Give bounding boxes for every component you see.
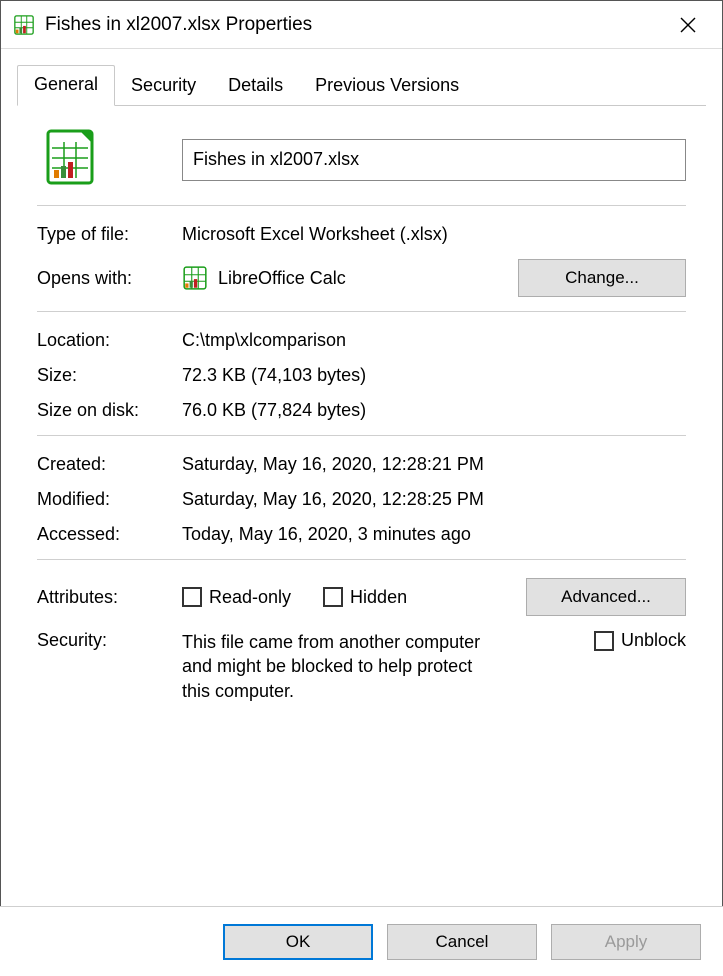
tab-details[interactable]: Details [212, 67, 299, 106]
tab-strip: General Security Details Previous Versio… [17, 65, 706, 106]
tab-general[interactable]: General [17, 65, 115, 106]
close-button[interactable] [666, 3, 710, 47]
separator [37, 205, 686, 206]
separator [37, 435, 686, 436]
tab-security[interactable]: Security [115, 67, 212, 106]
size-on-disk-label: Size on disk: [37, 400, 182, 421]
unblock-label: Unblock [621, 630, 686, 651]
checkbox-icon [182, 587, 202, 607]
created-value: Saturday, May 16, 2020, 12:28:21 PM [182, 454, 686, 475]
checkbox-icon [323, 587, 343, 607]
location-label: Location: [37, 330, 182, 351]
tab-panel-general: Type of file: Microsoft Excel Worksheet … [17, 106, 706, 727]
filename-row [37, 128, 686, 191]
type-label: Type of file: [37, 224, 182, 245]
dialog-footer: OK Cancel Apply [0, 906, 723, 976]
hidden-checkbox[interactable]: Hidden [323, 587, 407, 608]
created-label: Created: [37, 454, 182, 475]
close-icon [680, 17, 696, 33]
separator [37, 311, 686, 312]
attributes-label: Attributes: [37, 587, 182, 608]
size-on-disk-value: 76.0 KB (77,824 bytes) [182, 400, 686, 421]
titlebar: Fishes in xl2007.xlsx Properties [1, 1, 722, 49]
accessed-label: Accessed: [37, 524, 182, 545]
accessed-value: Today, May 16, 2020, 3 minutes ago [182, 524, 686, 545]
file-icon-cell [37, 128, 182, 191]
size-label: Size: [37, 365, 182, 386]
libreoffice-calc-icon [182, 265, 208, 291]
opens-with-value: LibreOffice Calc [218, 268, 346, 289]
unblock-checkbox[interactable]: Unblock [594, 630, 686, 651]
location-value: C:\tmp\xlcomparison [182, 330, 686, 351]
cancel-button[interactable]: Cancel [387, 924, 537, 960]
modified-value: Saturday, May 16, 2020, 12:28:25 PM [182, 489, 686, 510]
modified-label: Modified: [37, 489, 182, 510]
tab-previous-versions[interactable]: Previous Versions [299, 67, 475, 106]
filename-input[interactable] [182, 139, 686, 181]
security-label: Security: [37, 630, 182, 651]
type-value: Microsoft Excel Worksheet (.xlsx) [182, 224, 686, 245]
checkbox-icon [594, 631, 614, 651]
readonly-label: Read-only [209, 587, 291, 608]
separator [37, 559, 686, 560]
ok-button[interactable]: OK [223, 924, 373, 960]
size-value: 72.3 KB (74,103 bytes) [182, 365, 686, 386]
opens-with-label: Opens with: [37, 268, 182, 289]
libreoffice-calc-icon [13, 14, 35, 36]
change-button[interactable]: Change... [518, 259, 686, 297]
advanced-button[interactable]: Advanced... [526, 578, 686, 616]
readonly-checkbox[interactable]: Read-only [182, 587, 291, 608]
apply-button[interactable]: Apply [551, 924, 701, 960]
window-title: Fishes in xl2007.xlsx Properties [45, 14, 666, 36]
security-text: This file came from another computer and… [182, 630, 502, 703]
libreoffice-calc-document-icon [45, 170, 95, 190]
hidden-label: Hidden [350, 587, 407, 608]
